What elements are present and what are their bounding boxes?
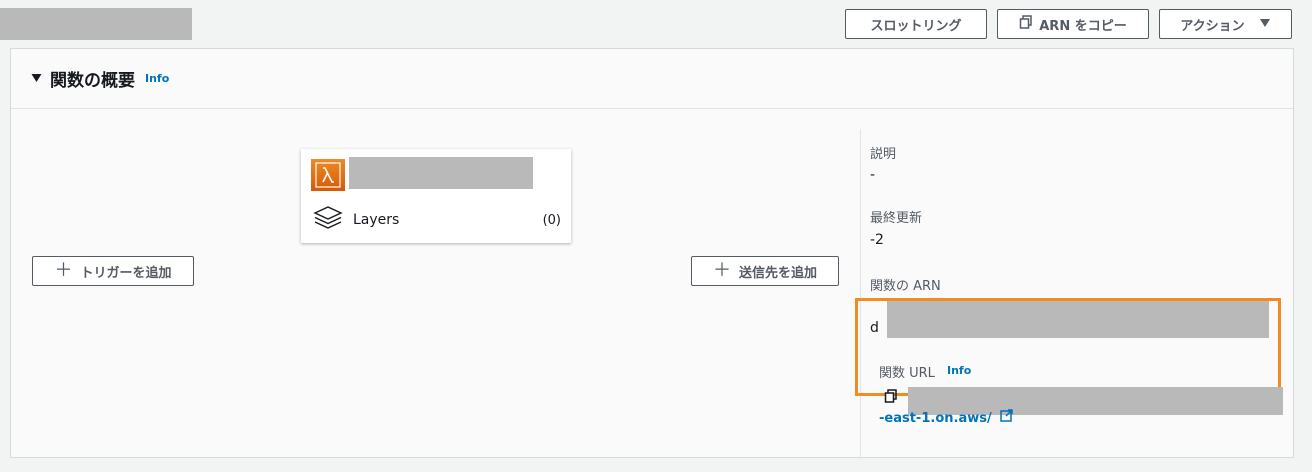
caret-down-icon — [1259, 17, 1271, 32]
caret-down-icon[interactable] — [31, 72, 42, 86]
lambda-icon — [311, 159, 345, 191]
add-destination-button[interactable]: ＋ 送信先を追加 — [691, 256, 839, 286]
last-modified-label: 最終更新 — [870, 211, 923, 226]
copy-arn-label: ARN をコピー — [1039, 18, 1127, 34]
last-modified-value: -2 — [870, 232, 884, 248]
function-url-label: 関数 URL — [879, 366, 935, 381]
throttle-label: スロットリング — [870, 18, 962, 34]
description-label: 説明 — [870, 147, 897, 162]
plus-icon: ＋ — [712, 260, 731, 281]
function-card[interactable]: Layers (0) — [301, 149, 571, 243]
external-link-icon — [1000, 409, 1013, 426]
copy-icon — [1019, 15, 1033, 33]
description-value: - — [870, 167, 876, 183]
throttle-button[interactable]: スロットリング — [845, 9, 987, 39]
panel-title: 関数の概要 — [50, 71, 135, 91]
add-destination-label: 送信先を追加 — [738, 265, 817, 281]
info-link[interactable]: Info — [145, 72, 169, 85]
copy-arn-button[interactable]: ARN をコピー — [997, 9, 1149, 39]
plus-icon: ＋ — [54, 260, 73, 281]
function-url-info-link[interactable]: Info — [947, 364, 971, 377]
actions-label: アクション — [1180, 18, 1245, 34]
actions-button[interactable]: アクション — [1159, 9, 1292, 39]
add-trigger-label: トリガーを追加 — [80, 265, 172, 281]
copy-icon[interactable] — [884, 388, 898, 407]
function-url-highlight — [855, 298, 1281, 396]
add-trigger-button[interactable]: ＋ トリガーを追加 — [32, 256, 194, 286]
layers-row[interactable]: Layers (0) — [313, 205, 561, 235]
layers-count: (0) — [542, 212, 561, 228]
function-url-link-text: -east-1.on.aws/ — [879, 411, 992, 426]
function-name-redacted — [349, 157, 533, 189]
panel-divider — [860, 129, 861, 459]
top-bar: スロットリング ARN をコピー アクション — [0, 0, 1312, 48]
function-url-link[interactable]: -east-1.on.aws/ — [879, 409, 1013, 426]
arn-label: 関数の ARN — [870, 279, 941, 294]
panel-header[interactable]: 関数の概要 Info — [11, 49, 1293, 109]
function-name-redacted — [0, 8, 192, 40]
layers-icon — [313, 205, 343, 235]
layers-label: Layers — [353, 212, 400, 228]
